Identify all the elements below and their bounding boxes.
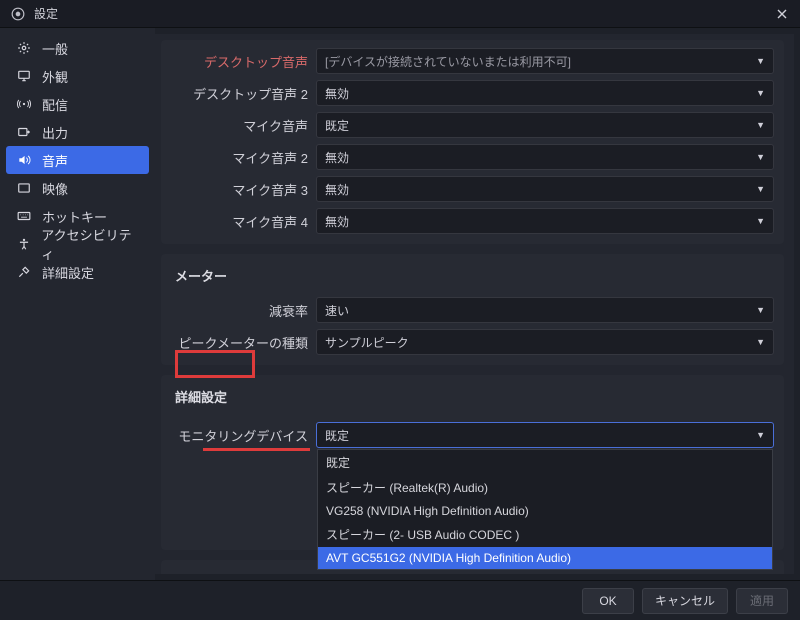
- ok-button[interactable]: OK: [582, 588, 634, 614]
- monitor-icon: [16, 69, 32, 83]
- antenna-icon: [16, 97, 32, 111]
- mic-audio-2-label: マイク音声 2: [171, 148, 316, 167]
- sidebar-item-label: 外観: [42, 67, 68, 86]
- chevron-down-icon: ▼: [756, 88, 765, 98]
- sidebar-item-advanced[interactable]: 詳細設定: [6, 258, 149, 286]
- close-button[interactable]: [770, 2, 794, 26]
- sidebar-item-label: 詳細設定: [42, 263, 94, 282]
- desktop-audio-2-label: デスクトップ音声 2: [171, 84, 316, 103]
- dropdown-option[interactable]: VG258 (NVIDIA High Definition Audio): [318, 500, 772, 522]
- peak-meter-type-label: ピークメーターの種類: [171, 333, 316, 352]
- monitoring-device-dropdown[interactable]: 既定 ▼ 既定 スピーカー (Realtek(R) Audio) VG258 (…: [316, 422, 774, 448]
- dropdown-option[interactable]: スピーカー (Realtek(R) Audio): [318, 475, 772, 500]
- mic-audio-4-dropdown[interactable]: 無効▼: [316, 208, 774, 234]
- sidebar-item-appearance[interactable]: 外観: [6, 62, 149, 90]
- sidebar-item-label: 音声: [42, 151, 68, 170]
- sidebar-item-video[interactable]: 映像: [6, 174, 149, 202]
- mic-audio-4-label: マイク音声 4: [171, 212, 316, 231]
- content-scroll[interactable]: デスクトップ音声 [デバイスが接続されていないまたは利用不可]▼ デスクトップ音…: [155, 34, 794, 574]
- sidebar-item-stream[interactable]: 配信: [6, 90, 149, 118]
- sidebar-item-accessibility[interactable]: アクセシビリティ: [6, 230, 149, 258]
- advanced-panel: 詳細設定 モニタリングデバイス 既定 ▼ 既定 スピーカー (Realtek(R…: [161, 375, 784, 550]
- meter-panel-header: メーター: [171, 262, 774, 295]
- speaker-icon: [16, 153, 32, 167]
- sidebar-item-label: 映像: [42, 179, 68, 198]
- video-icon: [16, 181, 32, 195]
- sidebar-item-audio[interactable]: 音声: [6, 146, 149, 174]
- window-title: 設定: [34, 5, 58, 22]
- dropdown-option[interactable]: スピーカー (2- USB Audio CODEC ): [318, 522, 772, 547]
- output-icon: [16, 125, 32, 139]
- desktop-audio-2-dropdown[interactable]: 無効▼: [316, 80, 774, 106]
- mic-audio-1-label: マイク音声: [171, 116, 316, 135]
- chevron-down-icon: ▼: [756, 152, 765, 162]
- apply-button[interactable]: 適用: [736, 588, 788, 614]
- tools-icon: [16, 265, 32, 279]
- titlebar: 設定: [0, 0, 800, 28]
- chevron-down-icon: ▼: [756, 56, 765, 66]
- chevron-down-icon: ▼: [756, 337, 765, 347]
- chevron-down-icon: ▼: [756, 430, 765, 440]
- sidebar-item-label: ホットキー: [42, 207, 107, 226]
- sidebar-item-label: 配信: [42, 95, 68, 114]
- mic-audio-3-label: マイク音声 3: [171, 180, 316, 199]
- peak-meter-type-dropdown[interactable]: サンプルピーク▼: [316, 329, 774, 355]
- mic-audio-1-dropdown[interactable]: 既定▼: [316, 112, 774, 138]
- gear-icon: [16, 41, 32, 55]
- advanced-panel-header: 詳細設定: [171, 383, 774, 416]
- mic-audio-2-dropdown[interactable]: 無効▼: [316, 144, 774, 170]
- monitoring-device-label: モニタリングデバイス: [171, 426, 316, 445]
- sidebar: 一般 外観 配信 出力 音声 映像: [0, 28, 155, 580]
- monitoring-device-options: 既定 スピーカー (Realtek(R) Audio) VG258 (NVIDI…: [317, 449, 773, 570]
- meter-panel: メーター 減衰率 速い▼ ピークメーターの種類 サンプルピーク▼: [161, 254, 784, 365]
- sidebar-item-label: 出力: [42, 123, 68, 142]
- footer: OK キャンセル 適用: [0, 580, 800, 620]
- desktop-audio-1-dropdown[interactable]: [デバイスが接続されていないまたは利用不可]▼: [316, 48, 774, 74]
- sidebar-item-label: 一般: [42, 39, 68, 58]
- decay-rate-label: 減衰率: [171, 301, 316, 320]
- chevron-down-icon: ▼: [756, 216, 765, 226]
- keyboard-icon: [16, 209, 32, 223]
- sidebar-item-general[interactable]: 一般: [6, 34, 149, 62]
- chevron-down-icon: ▼: [756, 305, 765, 315]
- cancel-button[interactable]: キャンセル: [642, 588, 728, 614]
- app-icon: [10, 6, 26, 22]
- mic-audio-3-dropdown[interactable]: 無効▼: [316, 176, 774, 202]
- accessibility-icon: [16, 237, 31, 251]
- chevron-down-icon: ▼: [756, 184, 765, 194]
- desktop-audio-1-label: デスクトップ音声: [171, 52, 316, 71]
- chevron-down-icon: ▼: [756, 120, 765, 130]
- sidebar-item-output[interactable]: 出力: [6, 118, 149, 146]
- decay-rate-dropdown[interactable]: 速い▼: [316, 297, 774, 323]
- dropdown-option[interactable]: AVT GC551G2 (NVIDIA High Definition Audi…: [318, 547, 772, 569]
- dropdown-option[interactable]: 既定: [318, 450, 772, 475]
- devices-panel: デスクトップ音声 [デバイスが接続されていないまたは利用不可]▼ デスクトップ音…: [161, 40, 784, 244]
